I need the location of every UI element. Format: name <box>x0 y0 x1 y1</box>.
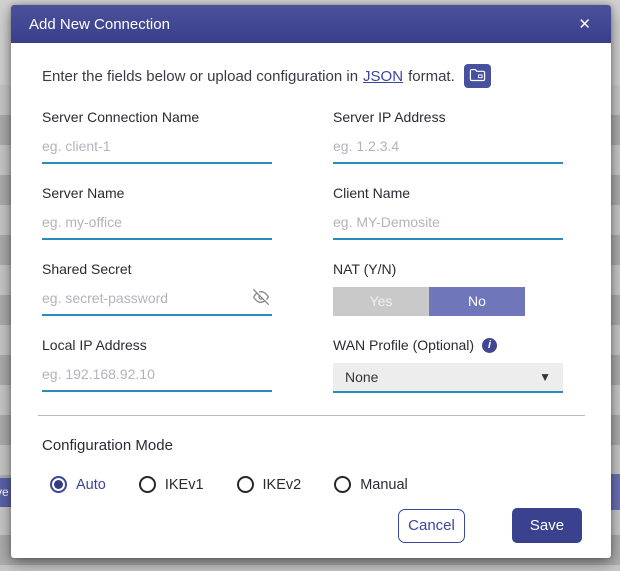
server-name-label: Server Name <box>42 185 272 201</box>
server-ip-address-label: Server IP Address <box>333 109 563 125</box>
client-name-label: Client Name <box>333 185 563 201</box>
form-grid: Server Connection Name Server IP Address… <box>42 109 582 393</box>
background-button-fragment: ve <box>0 478 11 507</box>
radio-ikev1-label: IKEv1 <box>165 477 204 493</box>
nat-toggle: Yes No <box>333 287 525 316</box>
field-server-name: Server Name <box>42 185 272 240</box>
toggle-password-visibility-button[interactable] <box>250 289 272 306</box>
radio-unselected-icon <box>237 476 254 493</box>
radio-ikev2[interactable]: IKEv2 <box>237 476 302 493</box>
radio-selected-icon <box>50 476 67 493</box>
wan-profile-dropdown[interactable]: None ▼ <box>333 363 563 393</box>
intro-line: Enter the fields below or upload configu… <box>42 64 582 88</box>
server-connection-name-input[interactable] <box>42 134 272 164</box>
radio-auto[interactable]: Auto <box>50 476 106 493</box>
local-ip-address-input[interactable] <box>42 362 272 392</box>
field-local-ip-address: Local IP Address <box>42 337 272 393</box>
configuration-mode-options: Auto IKEv1 IKEv2 Manual <box>50 476 582 493</box>
radio-ikev2-label: IKEv2 <box>263 477 302 493</box>
server-name-input[interactable] <box>42 210 272 240</box>
local-ip-address-label: Local IP Address <box>42 337 272 353</box>
intro-text-after: format. <box>408 68 455 85</box>
field-server-ip-address: Server IP Address <box>333 109 563 164</box>
folder-upload-icon <box>469 67 486 85</box>
radio-ikev1[interactable]: IKEv1 <box>139 476 204 493</box>
nat-toggle-no[interactable]: No <box>429 287 525 316</box>
eye-off-icon <box>251 293 271 308</box>
dialog-footer-buttons: Cancel Save <box>398 508 582 543</box>
upload-json-button[interactable] <box>464 64 491 88</box>
radio-manual-label: Manual <box>360 477 408 493</box>
server-ip-address-input[interactable] <box>333 134 563 164</box>
radio-unselected-icon <box>139 476 156 493</box>
field-server-connection-name: Server Connection Name <box>42 109 272 164</box>
field-shared-secret: Shared Secret <box>42 261 272 316</box>
configuration-mode-title: Configuration Mode <box>42 437 582 454</box>
field-nat: NAT (Y/N) Yes No <box>333 261 563 316</box>
field-client-name: Client Name <box>333 185 563 240</box>
save-button[interactable]: Save <box>512 508 582 543</box>
cancel-button[interactable]: Cancel <box>398 509 465 543</box>
close-icon[interactable]: ✕ <box>578 17 591 32</box>
nat-label: NAT (Y/N) <box>333 261 563 277</box>
intro-text: Enter the fields below or upload configu… <box>42 68 358 85</box>
dialog-title: Add New Connection <box>29 16 170 33</box>
server-connection-name-label: Server Connection Name <box>42 109 272 125</box>
add-new-connection-dialog: Add New Connection ✕ Enter the fields be… <box>11 5 611 558</box>
shared-secret-input[interactable] <box>42 286 272 316</box>
radio-unselected-icon <box>334 476 351 493</box>
dialog-body: Enter the fields below or upload configu… <box>11 43 611 493</box>
wan-profile-label: WAN Profile (Optional) <box>333 337 474 353</box>
wan-profile-label-row: WAN Profile (Optional) i <box>333 337 563 353</box>
dialog-header: Add New Connection ✕ <box>11 5 611 43</box>
nat-toggle-yes[interactable]: Yes <box>333 287 429 316</box>
section-divider <box>38 415 585 416</box>
info-icon[interactable]: i <box>482 338 497 353</box>
json-link[interactable]: JSON <box>363 68 403 85</box>
radio-auto-label: Auto <box>76 477 106 493</box>
background-button-fragment-right <box>611 474 620 510</box>
radio-manual[interactable]: Manual <box>334 476 408 493</box>
field-wan-profile: WAN Profile (Optional) i None ▼ <box>333 337 563 393</box>
shared-secret-input-wrap <box>42 286 272 316</box>
client-name-input[interactable] <box>333 210 563 240</box>
wan-profile-selected-value: None <box>345 369 378 385</box>
chevron-down-icon: ▼ <box>539 370 551 384</box>
shared-secret-label: Shared Secret <box>42 261 272 277</box>
